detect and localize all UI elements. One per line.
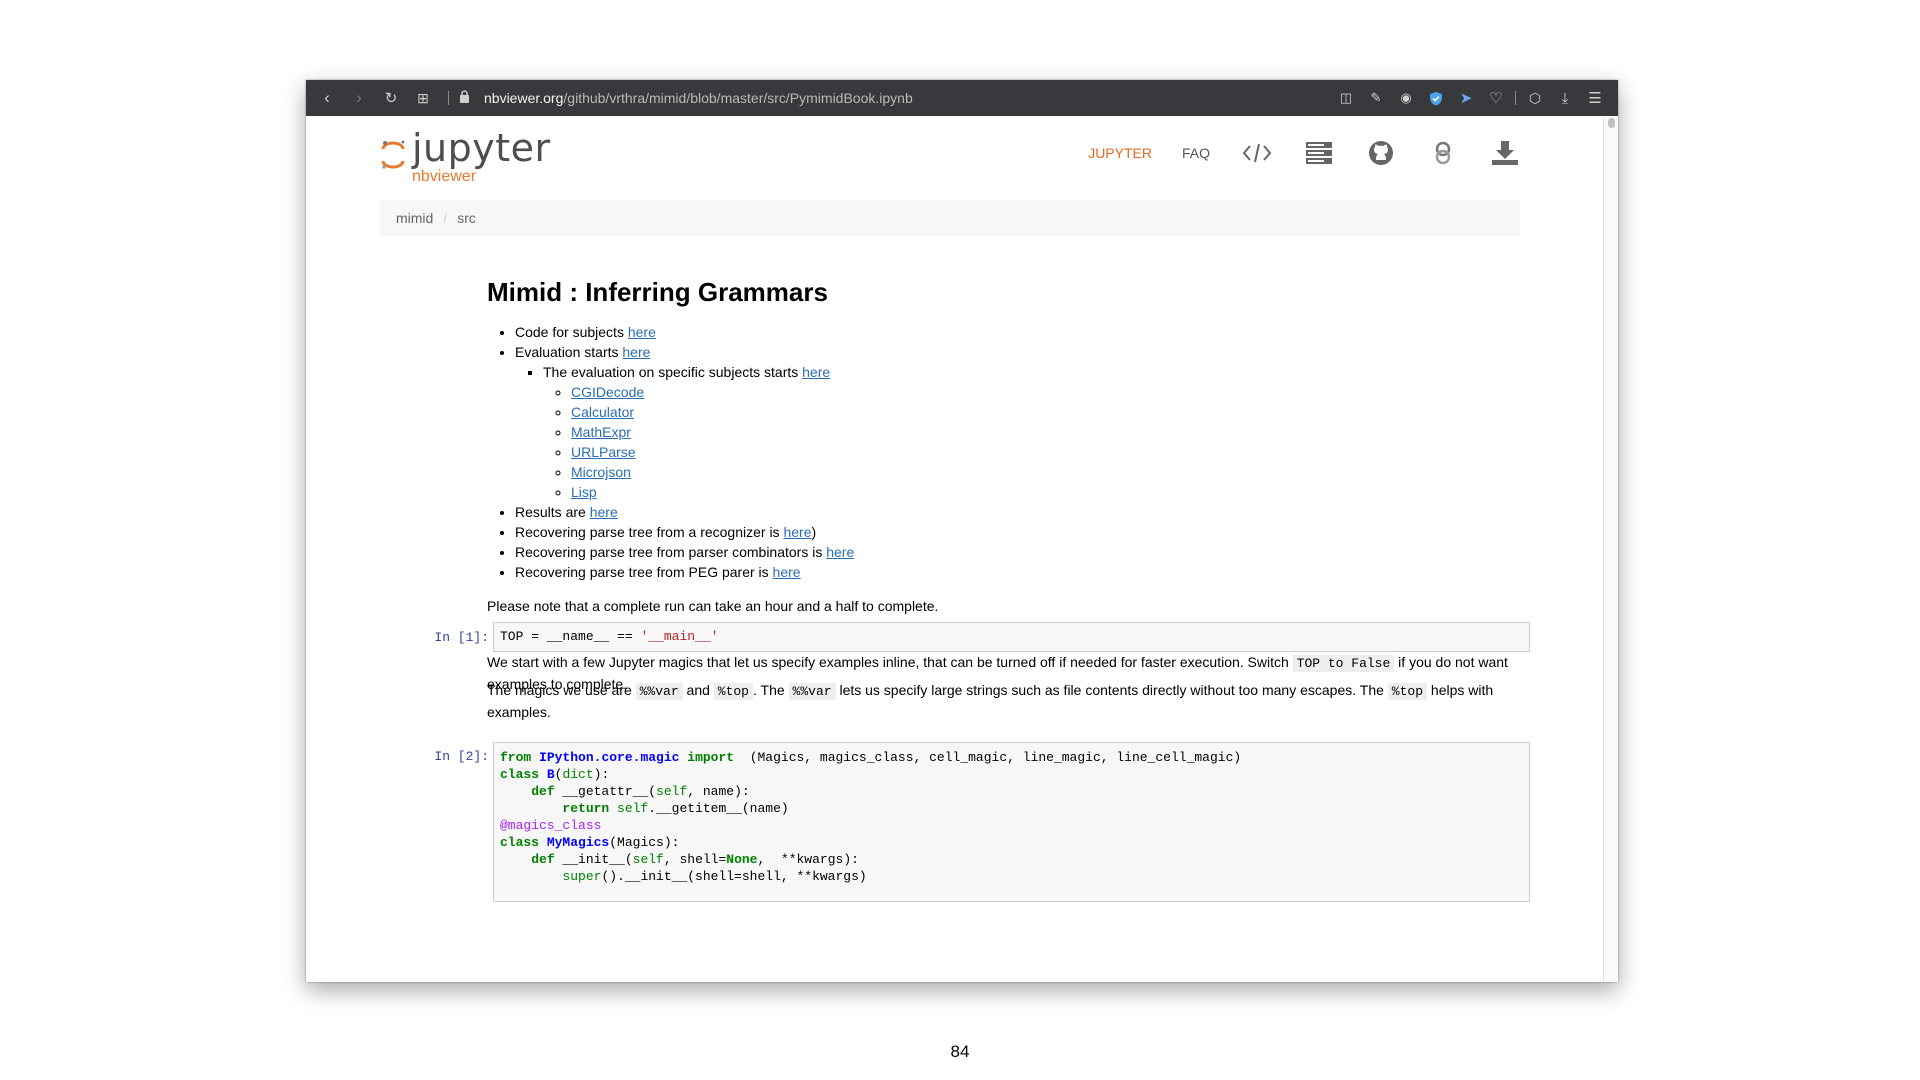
list-item-text: Recovering parse tree from parser combin… [515, 544, 827, 560]
cell-prompt: In [1]: [434, 630, 489, 645]
subject-link-lisp[interactable]: Lisp [571, 484, 597, 500]
server-icon[interactable] [1304, 138, 1334, 168]
notebook-title: Mimid : Inferring Grammars [487, 277, 828, 307]
here-link[interactable]: here [773, 564, 801, 580]
toc-list: Code for subjects here Evaluation starts… [487, 322, 1517, 582]
subject-link-mathexpr[interactable]: MathExpr [571, 424, 631, 440]
breadcrumb-item-mimid[interactable]: mimid [396, 210, 433, 226]
subject-link-microjson[interactable]: Microjson [571, 464, 631, 480]
reader-icon[interactable]: ◫ [1333, 85, 1359, 111]
download-icon[interactable] [1490, 138, 1520, 168]
binder-icon[interactable] [1428, 138, 1458, 168]
intro-text: We start with a few Jupyter magics that … [487, 654, 1293, 670]
list-item-text: Recovering parse tree from PEG parer is [515, 564, 773, 580]
inline-code: %top [713, 683, 753, 700]
address-bar[interactable]: nbviewer.org/github/vrthra/mimid/blob/ma… [459, 90, 913, 106]
list-item: Results are here [515, 502, 1517, 522]
list-item: Recovering parse tree from a recognizer … [515, 522, 1517, 542]
list-item: Code for subjects here [515, 322, 1517, 342]
list-item: URLParse [571, 442, 1517, 462]
here-link[interactable]: here [783, 524, 811, 540]
list-item: CGIDecode [571, 382, 1517, 402]
list-item-text: The evaluation on specific subjects star… [543, 364, 803, 380]
lock-icon [459, 90, 470, 106]
camera-icon[interactable]: ◉ [1393, 85, 1419, 111]
url-host: nbviewer.org [484, 90, 564, 106]
page-scrollbar[interactable] [1603, 116, 1618, 982]
list-item: Microjson [571, 462, 1517, 482]
download-icon[interactable]: ⤓ [1552, 85, 1578, 111]
cell-prompt: In [2]: [434, 749, 489, 764]
logo-subtitle: nbviewer [412, 168, 477, 185]
reload-icon[interactable]: ↻ [378, 85, 404, 111]
browser-toolbar: ‹ › ↻ ⊞ nbviewer.org/github/vrthra/mimid… [306, 80, 1618, 116]
breadcrumb-separator: / [443, 210, 448, 226]
toolbar-divider [448, 91, 449, 105]
magics-paragraph-wrap: The magics we use are %%var and %top. Th… [487, 680, 1517, 722]
inline-code: %%var [788, 683, 836, 700]
heart-icon[interactable]: ♡ [1483, 85, 1509, 111]
here-link[interactable]: here [802, 364, 830, 380]
logo-title: jupyter [412, 126, 551, 170]
list-item-text-end: ) [811, 524, 817, 540]
nav-faq[interactable]: FAQ [1182, 145, 1210, 161]
send-icon[interactable]: ➤ [1453, 85, 1479, 111]
subject-list: CGIDecode Calculator MathExpr URLParse M… [543, 382, 1517, 502]
list-item-text: Results are [515, 504, 590, 520]
subject-link-cgidecode[interactable]: CGIDecode [571, 384, 644, 400]
here-link[interactable]: here [628, 324, 656, 340]
magics-text: The magics we use are [487, 682, 636, 698]
nbviewer-header: jupyter nbviewer JUPYTER FAQ [380, 126, 1520, 196]
back-icon[interactable]: ‹ [314, 85, 340, 111]
runtime-note: Please note that a complete run can take… [487, 598, 939, 614]
list-item-text: Code for subjects [515, 324, 628, 340]
jupyter-logo[interactable]: jupyter nbviewer [380, 126, 560, 186]
breadcrumb: mimid / src [380, 200, 1520, 236]
scrollbar-thumb[interactable] [1608, 118, 1615, 128]
github-icon[interactable] [1366, 138, 1396, 168]
edit-icon[interactable]: ✎ [1363, 85, 1389, 111]
list-item: Recovering parse tree from parser combin… [515, 542, 1517, 562]
magics-text: . The [753, 682, 789, 698]
inline-code: TOP to False [1292, 655, 1395, 672]
list-item: MathExpr [571, 422, 1517, 442]
list-item-text: Evaluation starts [515, 344, 623, 360]
code-icon[interactable] [1242, 138, 1272, 168]
header-nav: JUPYTER FAQ [1058, 138, 1520, 168]
magics-paragraph: The magics we use are %%var and %top. Th… [487, 680, 1517, 722]
list-item: Calculator [571, 402, 1517, 422]
box-icon[interactable]: ⬡ [1522, 85, 1548, 111]
subject-link-urlparse[interactable]: URLParse [571, 444, 636, 460]
browser-window: ‹ › ↻ ⊞ nbviewer.org/github/vrthra/mimid… [306, 80, 1618, 982]
code-input[interactable]: TOP = __name__ == '__main__' [493, 622, 1530, 652]
here-link[interactable]: here [590, 504, 618, 520]
inline-code: %top [1387, 683, 1428, 700]
url-path: /github/vrthra/mimid/blob/master/src/Pym… [563, 90, 913, 106]
inline-code: %%var [635, 683, 683, 700]
subject-link-calculator[interactable]: Calculator [571, 404, 634, 420]
code-input[interactable]: from IPython.core.magic import (Magics, … [493, 742, 1530, 902]
list-item: Lisp [571, 482, 1517, 502]
toolbar-divider-right [1515, 91, 1516, 105]
nav-jupyter[interactable]: JUPYTER [1088, 145, 1152, 161]
list-item: The evaluation on specific subjects star… [543, 362, 1517, 502]
here-link[interactable]: here [826, 544, 854, 560]
list-item: Evaluation starts here The evaluation on… [515, 342, 1517, 502]
jupyter-logo-icon [381, 140, 405, 169]
list-item-text: Recovering parse tree from a recognizer … [515, 524, 784, 540]
tabs-grid-icon[interactable]: ⊞ [410, 85, 436, 111]
list-item: Recovering parse tree from PEG parer is … [515, 562, 1517, 582]
page-number: 84 [950, 1042, 970, 1061]
magics-text: and [682, 682, 714, 698]
page-viewport: jupyter nbviewer JUPYTER FAQ mimid / src… [306, 116, 1603, 982]
sub-list: The evaluation on specific subjects star… [515, 362, 1517, 502]
breadcrumb-item-src[interactable]: src [457, 210, 476, 226]
menu-icon[interactable]: ☰ [1582, 85, 1608, 111]
here-link[interactable]: here [622, 344, 650, 360]
shield-icon[interactable] [1423, 85, 1449, 111]
forward-icon[interactable]: › [346, 85, 372, 111]
magics-text: lets us specify large strings such as fi… [835, 682, 1388, 698]
